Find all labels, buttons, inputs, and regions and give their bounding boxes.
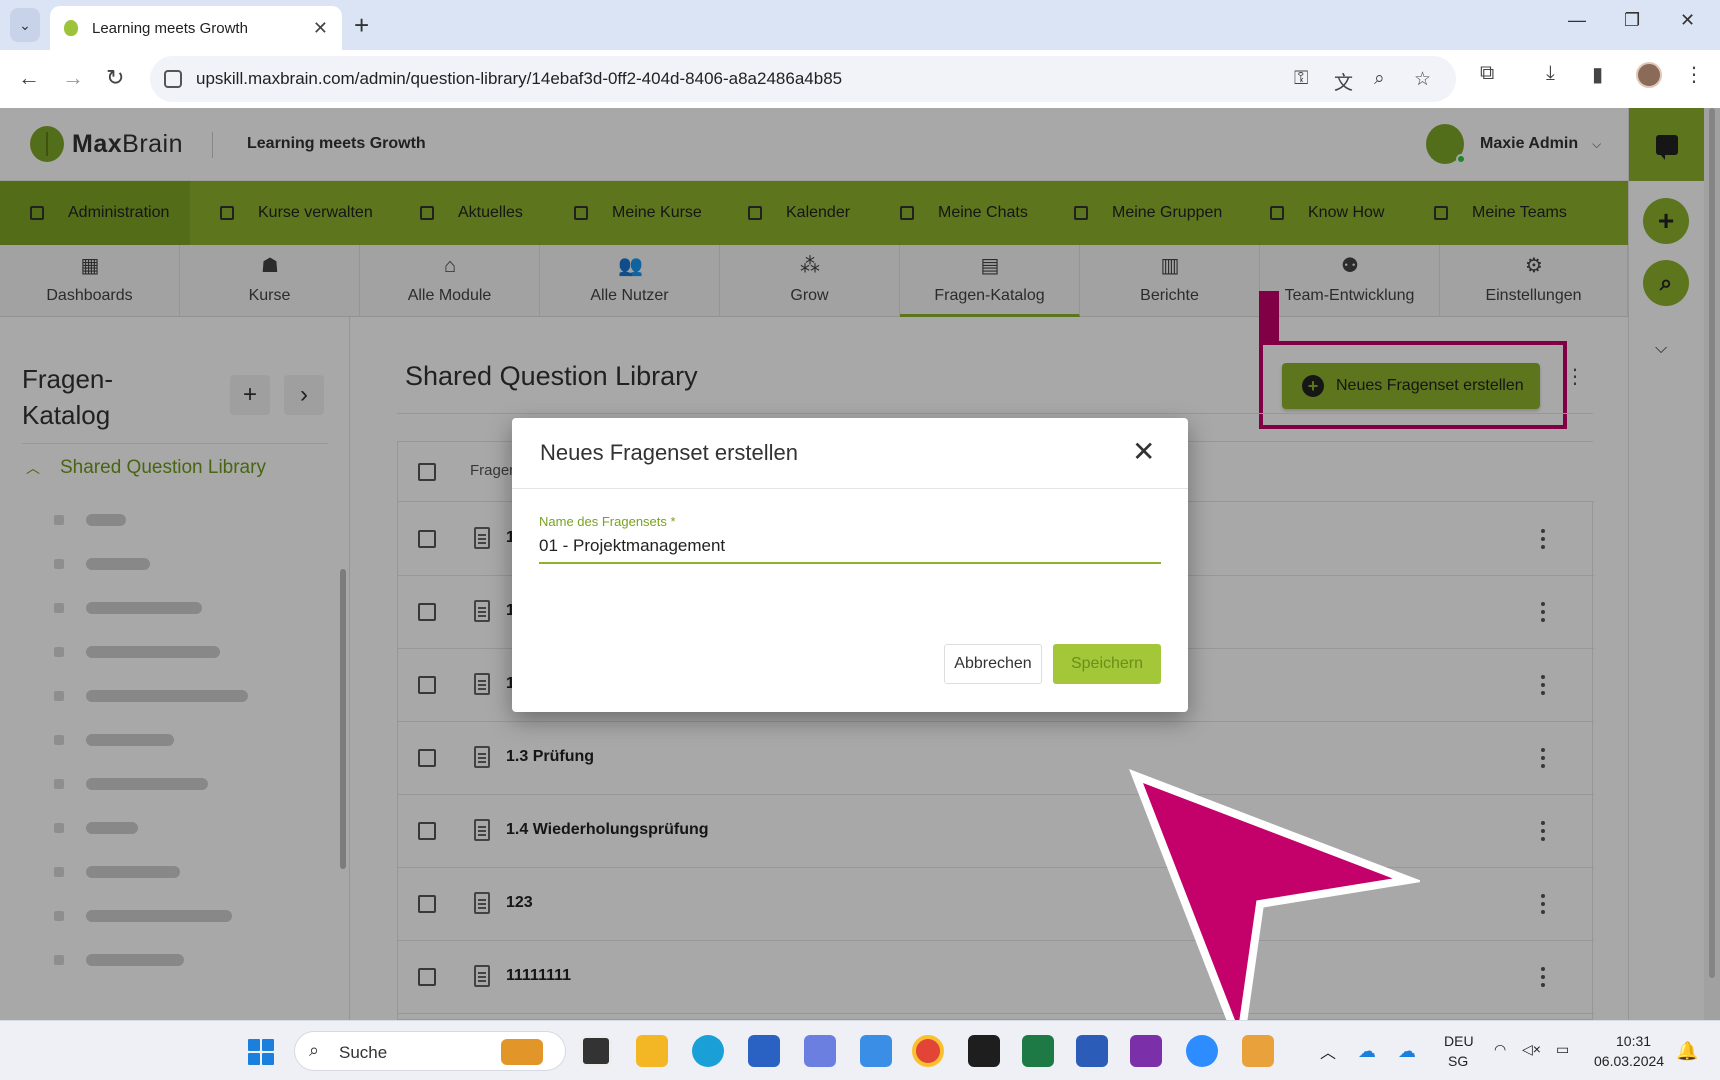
volume-muted-icon[interactable]: ◁× xyxy=(1522,1041,1541,1058)
translate-icon[interactable]: 文 xyxy=(1334,68,1353,95)
back-icon[interactable]: ← xyxy=(18,64,40,92)
zoom-icon[interactable] xyxy=(1186,1035,1218,1067)
briefcase-icon xyxy=(501,1039,543,1065)
forward-icon[interactable]: → xyxy=(62,64,84,92)
new-question-set-dialog: Neues Fragenset erstellen ✕ Name des Fra… xyxy=(512,418,1188,712)
reload-icon[interactable]: ↻ xyxy=(106,64,124,92)
downloads-icon[interactable]: ⤓ xyxy=(1546,62,1555,85)
address-bar[interactable]: upskill.maxbrain.com/admin/question-libr… xyxy=(150,56,1456,102)
excel-icon[interactable] xyxy=(1022,1035,1054,1067)
minimize-icon[interactable]: — xyxy=(1568,10,1586,31)
input-region[interactable]: SG xyxy=(1448,1053,1468,1069)
wifi-icon[interactable]: ◠ xyxy=(1494,1041,1506,1058)
clock-time[interactable]: 10:31 xyxy=(1616,1033,1651,1049)
browser-toolbar: ← → ↻ upskill.maxbrain.com/admin/questio… xyxy=(0,50,1720,108)
onedrive-icon[interactable]: ☁ xyxy=(1398,1041,1416,1062)
dialog-divider xyxy=(512,488,1188,489)
site-info-icon[interactable] xyxy=(164,70,182,88)
save-button[interactable]: Speichern xyxy=(1053,644,1161,684)
notification-bell-icon[interactable]: 🔔 xyxy=(1676,1041,1698,1062)
word-icon[interactable] xyxy=(1076,1035,1108,1067)
maxbrain-favicon-icon xyxy=(64,20,78,36)
maxbrain-app: MaxBrain Learning meets Growth Maxie Adm… xyxy=(0,108,1720,1058)
input-language[interactable]: DEU xyxy=(1444,1033,1474,1049)
taskbar-search[interactable]: ⌕ Suche xyxy=(294,1031,566,1071)
onenote-icon[interactable] xyxy=(1130,1035,1162,1067)
new-tab-button[interactable]: + xyxy=(354,10,369,40)
browser-tab-bar: ⌄ Learning meets Growth ✕ + — ❐ ✕ xyxy=(0,0,1720,50)
dialog-title: Neues Fragenset erstellen xyxy=(540,440,799,465)
task-view-icon[interactable] xyxy=(580,1035,612,1067)
store-icon[interactable] xyxy=(748,1035,780,1067)
edge-icon[interactable] xyxy=(692,1035,724,1067)
tab-search-button[interactable]: ⌄ xyxy=(10,8,40,42)
question-set-name-label: Name des Fragensets * xyxy=(539,514,676,529)
slack-icon[interactable] xyxy=(1242,1035,1274,1067)
password-key-icon[interactable]: ⚿ xyxy=(1294,68,1308,90)
figma-icon[interactable] xyxy=(968,1035,1000,1067)
bookmark-star-icon[interactable]: ☆ xyxy=(1414,68,1431,91)
battery-icon[interactable]: ▭ xyxy=(1556,1041,1569,1058)
chrome-icon[interactable] xyxy=(912,1035,944,1067)
browser-tab[interactable]: Learning meets Growth ✕ xyxy=(50,6,342,50)
question-set-name-input[interactable] xyxy=(539,530,1161,564)
cancel-button[interactable]: Abbrechen xyxy=(944,644,1042,684)
windows-taskbar: ⌕ Suche ︿ ☁ ☁ DEU SG ◠ ◁× ▭ 10:31 06.03.… xyxy=(0,1020,1720,1080)
windows-start-icon[interactable] xyxy=(248,1039,274,1065)
extensions-icon[interactable]: ⧉ xyxy=(1480,62,1494,85)
zoom-icon[interactable]: ⌕ xyxy=(1374,68,1385,90)
search-icon: ⌕ xyxy=(309,1040,320,1060)
browser-profile-avatar[interactable] xyxy=(1636,62,1662,88)
onedrive-icon[interactable]: ☁ xyxy=(1358,1041,1376,1062)
tab-title: Learning meets Growth xyxy=(92,19,248,37)
url-text: upskill.maxbrain.com/admin/question-libr… xyxy=(196,69,843,88)
tutorial-pointer-arrow-icon xyxy=(1129,769,1420,1058)
chevron-up-icon[interactable]: ︿ xyxy=(1320,1039,1336,1063)
tab-close-icon[interactable]: ✕ xyxy=(313,18,328,39)
app-icon[interactable] xyxy=(804,1035,836,1067)
browser-menu-icon[interactable]: ⋮ xyxy=(1684,62,1704,87)
close-window-icon[interactable]: ✕ xyxy=(1680,10,1695,31)
file-explorer-icon[interactable] xyxy=(636,1035,668,1067)
search-placeholder: Suche xyxy=(339,1043,388,1062)
side-panel-icon[interactable]: ▮ xyxy=(1592,62,1603,87)
restore-window-icon[interactable]: ❐ xyxy=(1624,10,1640,31)
todo-icon[interactable] xyxy=(860,1035,892,1067)
clock-date[interactable]: 06.03.2024 xyxy=(1594,1053,1664,1069)
close-icon[interactable]: ✕ xyxy=(1132,438,1155,466)
